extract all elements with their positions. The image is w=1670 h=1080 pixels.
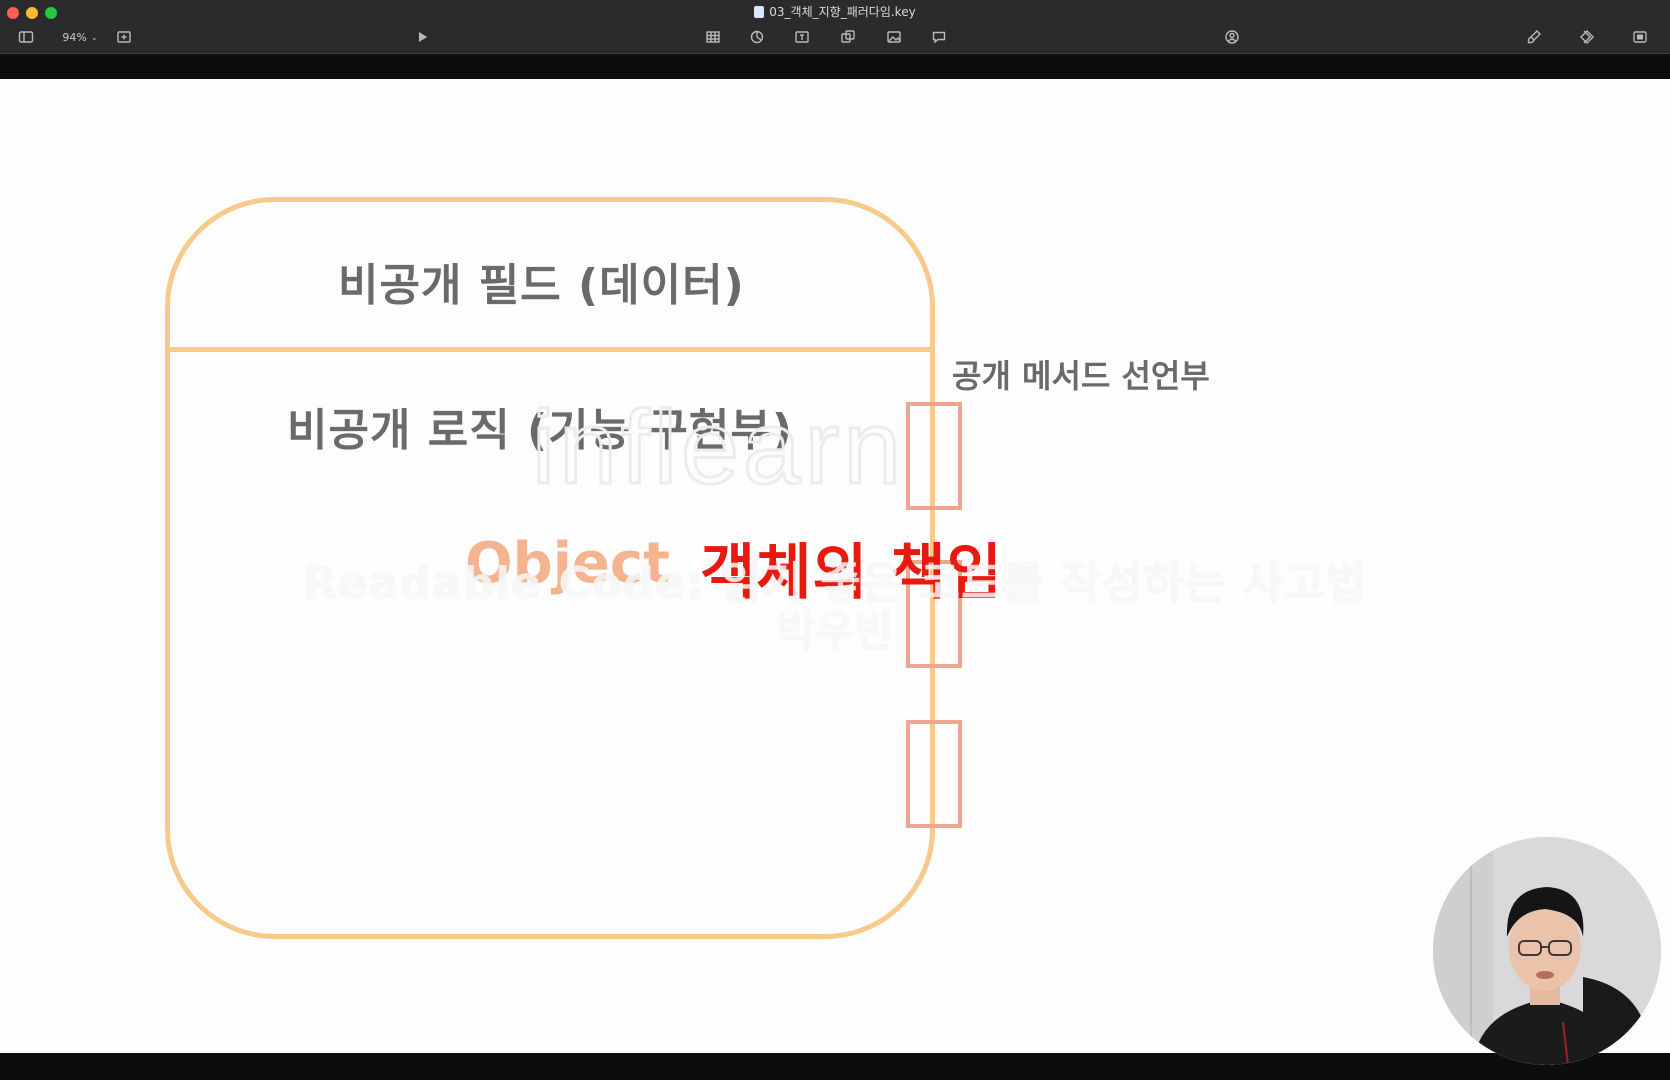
document-panel-icon bbox=[1633, 31, 1647, 43]
media-icon bbox=[887, 31, 901, 43]
animate-diamond-icon bbox=[1580, 30, 1594, 44]
sidebar-icon bbox=[18, 31, 34, 43]
watermark-text: inflearn bbox=[532, 397, 905, 497]
chart-icon bbox=[750, 30, 764, 44]
animate-button[interactable] bbox=[1577, 27, 1597, 47]
add-slide-icon bbox=[117, 31, 131, 43]
collaborate-button[interactable] bbox=[1222, 27, 1242, 47]
insert-table-button[interactable] bbox=[703, 27, 723, 47]
object-divider-line bbox=[165, 347, 935, 352]
collaborate-icon bbox=[1225, 30, 1239, 44]
window-titlebar: 03_객체_지향_패러다임.key 94% ⌄ bbox=[0, 0, 1670, 54]
document-title: 03_객체_지향_패러다임.key bbox=[0, 4, 1670, 20]
course-caption-author: 박우빈 bbox=[777, 607, 893, 656]
document-button[interactable] bbox=[1630, 27, 1650, 47]
public-method-slot bbox=[906, 720, 962, 828]
insert-chart-button[interactable] bbox=[747, 27, 767, 47]
private-field-label: 비공개 필드 (데이터) bbox=[338, 260, 745, 311]
insert-media-button[interactable] bbox=[884, 27, 904, 47]
keynote-file-icon bbox=[754, 6, 765, 18]
chevron-down-icon: ⌄ bbox=[90, 32, 98, 42]
text-box-icon bbox=[795, 31, 809, 43]
bottom-letterbox bbox=[0, 1053, 1670, 1080]
document-title-text: 03_객체_지향_패러다임.key bbox=[769, 5, 916, 19]
add-slide-button[interactable] bbox=[114, 27, 134, 47]
zoom-value: 94% bbox=[62, 30, 87, 44]
insert-shape-button[interactable] bbox=[838, 27, 858, 47]
presenter-avatar bbox=[1433, 837, 1661, 1065]
play-button[interactable] bbox=[412, 27, 432, 47]
zoom-menu[interactable]: 94% ⌄ bbox=[55, 27, 105, 47]
sidebar-toggle-button[interactable] bbox=[16, 27, 36, 47]
inflearn-watermark-logo: inflearn bbox=[532, 397, 905, 497]
play-icon bbox=[419, 32, 427, 42]
public-method-label: 공개 메서드 선언부 bbox=[952, 357, 1210, 395]
insert-comment-button[interactable] bbox=[929, 27, 949, 47]
toolbar-shadow-band bbox=[0, 55, 1670, 79]
shape-icon bbox=[841, 30, 855, 43]
comment-icon bbox=[932, 31, 946, 44]
insert-text-button[interactable] bbox=[792, 27, 812, 47]
presenter-webcam bbox=[1433, 837, 1661, 1065]
table-icon bbox=[706, 31, 720, 43]
paintbrush-icon bbox=[1527, 30, 1541, 44]
slide-canvas[interactable]: 비공개 필드 (데이터) 비공개 로직 (기능 구현부) 공개 메서드 선언부 … bbox=[0, 79, 1670, 1053]
format-button[interactable] bbox=[1524, 27, 1544, 47]
